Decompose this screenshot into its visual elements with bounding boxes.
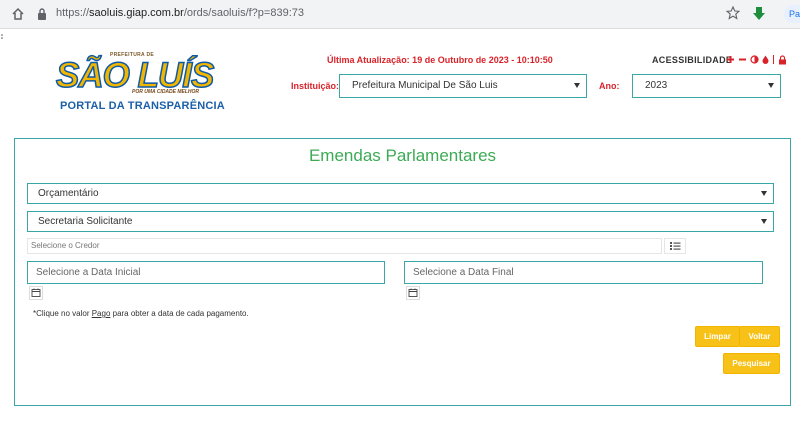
end-date-input[interactable]: Selecione a Data Final [404,261,763,284]
chevron-down-icon [768,83,774,88]
start-date-input[interactable]: Selecione a Data Inicial [27,261,385,284]
note-prefix: *Clique no valor [33,309,92,318]
year-label: Ano: [599,81,620,91]
vertical-dots-icon [1,34,3,39]
download-arrow-icon[interactable] [752,6,766,21]
calendar-icon[interactable] [406,286,420,300]
search-button[interactable]: Pesquisar [723,353,780,374]
institution-value: Prefeitura Municipal De São Luis [352,80,498,91]
contrast-icon[interactable] [750,55,759,64]
list-icon[interactable] [664,238,686,254]
calendar-icon[interactable] [29,286,43,300]
start-date-placeholder: Selecione a Data Inicial [36,267,141,278]
page-title: Emendas Parlamentares [308,146,497,165]
note-pago-link: Pago [91,309,111,318]
lock-icon[interactable] [36,7,48,21]
back-button[interactable]: Voltar [739,326,780,347]
profile-button[interactable]: Paused [784,5,800,23]
water-drop-icon[interactable] [762,55,769,64]
institution-select[interactable]: Prefeitura Municipal De São Luis [339,74,587,98]
logo-portal-text: PORTAL DA TRANSPARÊNCIA [60,100,225,112]
accessibility-toolbar [726,54,787,65]
chevron-down-icon [574,83,580,88]
decrease-font-icon[interactable] [738,55,747,64]
chevron-down-icon [761,219,767,224]
payment-note: *Clique no valor Pago para obter a data … [33,309,249,318]
last-update-text: Última Atualização: 19 de Outubro de 202… [327,55,553,65]
accessibility-label: ACESSIBILIDADE [652,55,733,65]
bookmark-star-icon[interactable] [726,6,740,20]
credor-placeholder: Selecione o Credor [31,241,100,250]
increase-font-icon[interactable] [726,55,735,64]
chevron-down-icon [761,191,767,196]
logo-slogan: POR UMA CIDADE MELHOR [132,89,200,95]
home-icon[interactable] [10,6,26,22]
url-path: /ords/saoluis/f?p=839:73 [183,7,304,19]
year-value: 2023 [645,80,668,91]
secretaria-value: Secretaria Solicitante [38,216,133,227]
clear-button[interactable]: Limpar [695,326,740,347]
url-text[interactable]: https://saoluis.giap.com.br/ords/saoluis… [56,7,304,19]
end-date-placeholder: Selecione a Data Final [413,267,514,278]
url-scheme: https:// [56,7,90,19]
browser-toolbar: https://saoluis.giap.com.br/ords/saoluis… [0,0,800,29]
year-select[interactable]: 2023 [632,74,781,98]
accessibility-separator [773,55,774,64]
url-host: saoluis.giap.com.br [89,7,184,19]
budget-type-value: Orçamentário [38,188,99,199]
secretaria-select[interactable]: Secretaria Solicitante [27,211,774,232]
credor-input[interactable]: Selecione o Credor [27,238,662,254]
budget-type-select[interactable]: Orçamentário [27,183,774,204]
note-suffix: para obter a data de cada pagamento. [110,309,249,318]
institution-label: Instituição: [291,81,340,91]
accessibility-lock-icon[interactable] [778,54,787,65]
